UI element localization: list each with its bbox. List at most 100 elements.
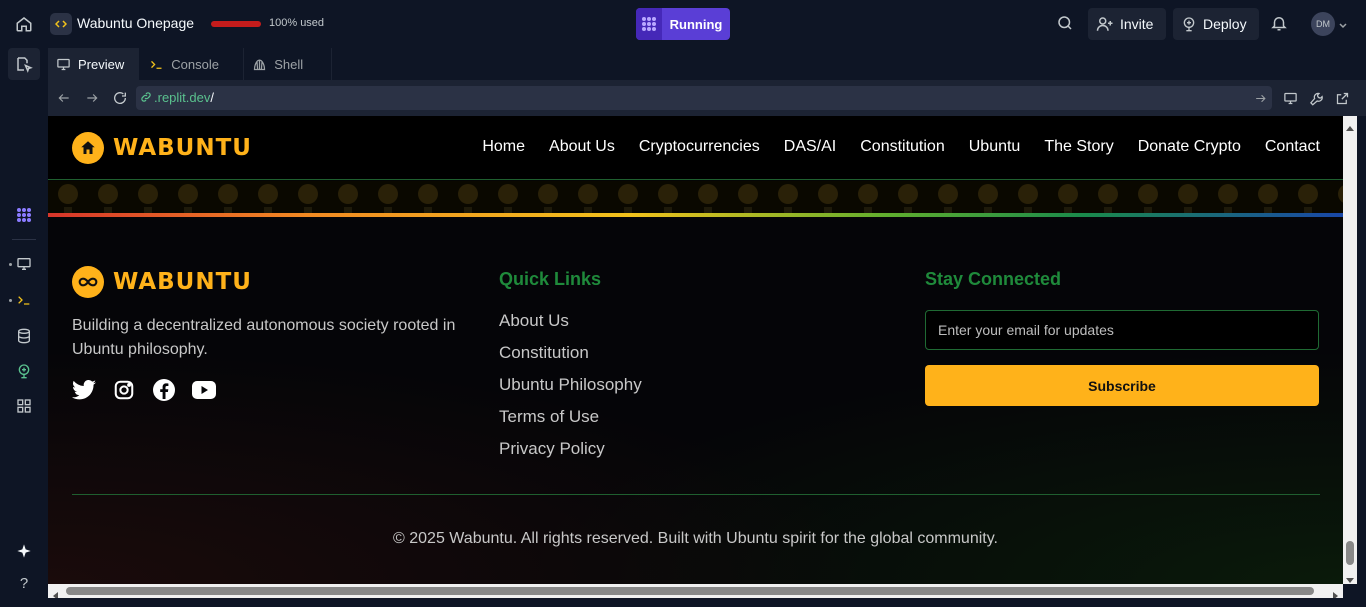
sparkle-icon[interactable] [12, 539, 36, 563]
nav-link[interactable]: Cryptocurrencies [639, 138, 760, 156]
left-rail: ? [0, 48, 48, 607]
pattern-dot [538, 184, 558, 204]
nav-link[interactable]: Donate Crypto [1138, 138, 1241, 156]
run-button[interactable]: Running [636, 8, 730, 40]
quick-link[interactable]: Constitution [499, 343, 642, 363]
twitter-icon[interactable] [72, 378, 96, 402]
tab-console[interactable]: Console [139, 48, 245, 80]
site-footer: WABUNTU Building a decentralized autonom… [48, 217, 1343, 584]
youtube-icon[interactable] [192, 378, 216, 402]
pattern-dot [338, 184, 358, 204]
invite-button[interactable]: Invite [1088, 8, 1166, 40]
search-icon[interactable] [1056, 14, 1076, 34]
deploy-icon[interactable] [12, 359, 36, 383]
nav-link[interactable]: Contact [1265, 138, 1320, 156]
pattern-dot [578, 184, 598, 204]
quick-link[interactable]: About Us [499, 311, 642, 331]
pattern-dot [1058, 184, 1078, 204]
usage-bar [211, 21, 261, 27]
scroll-right-icon[interactable] [1331, 587, 1339, 600]
deploy-button[interactable]: Deploy [1173, 8, 1259, 40]
footer-logo[interactable]: WABUNTU [72, 266, 252, 298]
logo-text: WABUNTU [113, 135, 252, 161]
nav-link[interactable]: DAS/AI [784, 138, 836, 156]
nav-link[interactable]: The Story [1044, 138, 1113, 156]
scroll-thumb[interactable] [66, 587, 1314, 595]
pattern-dot [698, 184, 718, 204]
site-logo[interactable]: WABUNTU [72, 132, 252, 164]
pattern-dot [898, 184, 918, 204]
bell-icon[interactable] [1270, 14, 1290, 34]
nav-link[interactable]: Constitution [860, 138, 945, 156]
run-label: Running [669, 16, 723, 32]
help-icon[interactable]: ? [12, 571, 36, 595]
scroll-up-icon[interactable] [1346, 120, 1354, 131]
rail-divider [12, 239, 36, 240]
reload-icon[interactable] [111, 89, 129, 107]
nav-link[interactable]: Ubuntu [969, 138, 1021, 156]
pattern-dot [378, 184, 398, 204]
url-input[interactable]: .replit.dev/ [136, 86, 1272, 110]
invite-label: Invite [1120, 16, 1154, 32]
code-icon[interactable] [50, 13, 72, 35]
run-dots-icon [636, 8, 662, 40]
usage-text: 100% used [269, 17, 325, 29]
site-nav-links: Home About Us Cryptocurrencies DAS/AI Co… [482, 138, 1320, 156]
quick-link[interactable]: Terms of Use [499, 407, 642, 427]
ide-top-bar: Wabuntu Onepage 100% used Running Invite… [0, 0, 1366, 48]
database-icon[interactable] [12, 324, 36, 348]
nav-link[interactable]: About Us [549, 138, 615, 156]
apps-grid-icon[interactable] [12, 394, 36, 418]
pattern-dot [258, 184, 278, 204]
pattern-dot [498, 184, 518, 204]
scroll-down-icon[interactable] [1346, 571, 1354, 583]
terminal-icon[interactable] [12, 288, 36, 312]
forward-arrow-icon[interactable] [83, 89, 101, 107]
agent-icon[interactable] [12, 203, 36, 227]
pattern-dot [138, 184, 158, 204]
pattern-dot [458, 184, 478, 204]
pattern-dot [858, 184, 878, 204]
wrench-icon[interactable] [1307, 89, 1325, 107]
quick-links-list: About Us Constitution Ubuntu Philosophy … [499, 311, 642, 459]
scroll-left-icon[interactable] [52, 587, 60, 600]
url-host: .replit.dev [154, 90, 211, 105]
pattern-dot [1178, 184, 1198, 204]
files-icon[interactable] [8, 48, 40, 80]
pattern-dot [1298, 184, 1318, 204]
back-arrow-icon[interactable] [55, 89, 73, 107]
device-icon[interactable] [1281, 89, 1299, 107]
quick-link[interactable]: Ubuntu Philosophy [499, 375, 642, 395]
pattern-dot [738, 184, 758, 204]
pattern-dot [778, 184, 798, 204]
tab-shell[interactable]: Shell [244, 48, 333, 80]
url-path: / [210, 90, 214, 105]
pattern-dot [658, 184, 678, 204]
chevron-down-icon[interactable] [1338, 18, 1348, 29]
pattern-dot [1258, 184, 1278, 204]
email-field[interactable] [925, 310, 1319, 350]
open-external-icon[interactable] [1333, 89, 1351, 107]
pattern-dot [218, 184, 238, 204]
pattern-dot [418, 184, 438, 204]
horizontal-scrollbar[interactable] [48, 584, 1343, 600]
subscribe-button[interactable]: Subscribe [925, 365, 1319, 406]
go-arrow-icon[interactable] [1251, 89, 1269, 107]
pattern-dot [1138, 184, 1158, 204]
scroll-thumb[interactable] [1346, 541, 1354, 565]
facebook-icon[interactable] [152, 378, 176, 402]
home-icon[interactable] [12, 12, 36, 36]
pattern-dot [978, 184, 998, 204]
quick-links-heading: Quick Links [499, 269, 602, 289]
pattern-dot [618, 184, 638, 204]
tab-preview[interactable]: Preview [48, 48, 140, 80]
monitor-icon[interactable] [12, 252, 36, 276]
project-name[interactable]: Wabuntu Onepage [77, 15, 194, 31]
quick-link[interactable]: Privacy Policy [499, 439, 642, 459]
pattern-dot [1218, 184, 1238, 204]
instagram-icon[interactable] [112, 378, 136, 402]
avatar[interactable]: DM [1311, 12, 1335, 36]
pattern-dot [298, 184, 318, 204]
vertical-scrollbar[interactable] [1343, 116, 1357, 584]
nav-link[interactable]: Home [482, 138, 525, 156]
